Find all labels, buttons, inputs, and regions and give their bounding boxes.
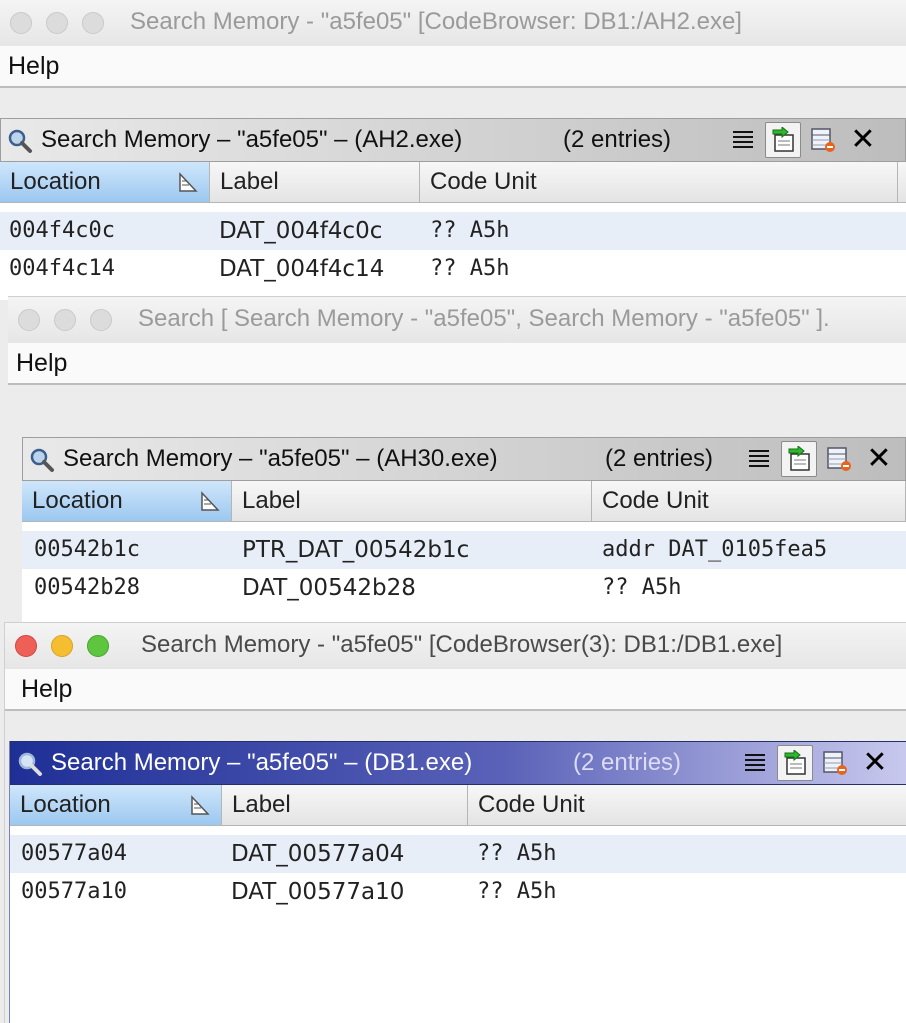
close-window-button[interactable] [10,12,32,34]
panel-title: Search Memory – "a5fe05" – (AH30.exe) [63,445,498,472]
table-row[interactable]: 00542b28 DAT_00542b28 ?? A5h [22,569,906,607]
table-row[interactable]: 004f4c0c DAT_004f4c0c ?? A5h [0,212,906,250]
cell-code-unit: ?? A5h [477,879,557,904]
column-header-code-unit[interactable]: Code Unit [592,481,906,521]
panel-header: Search Memory – "a5fe05" – (AH2.exe) (2 … [0,118,906,162]
column-header-location[interactable]: Location [22,481,232,521]
table-delete-icon[interactable] [817,745,853,781]
column-header-code-unit[interactable]: Code Unit [468,785,906,825]
minimize-window-button[interactable] [46,12,68,34]
table-row[interactable]: 00577a10 DAT_00577a10 ?? A5h [10,873,906,911]
panel-title: Search Memory – "a5fe05" – (DB1.exe) [51,749,473,776]
menu-bar: Help [8,343,906,385]
panel-header: Search Memory – "a5fe05" – (DB1.exe) (2 … [10,741,906,785]
cell-code-unit: ?? A5h [430,218,510,243]
cell-location: 004f4c0c [9,218,115,243]
cell-location: 00542b28 [34,575,140,600]
magnifier-icon [18,752,42,776]
minimize-window-button[interactable] [51,635,73,657]
zoom-window-button[interactable] [90,309,112,331]
menu-help[interactable]: Help [8,52,59,81]
table-delete-icon[interactable] [805,122,841,158]
window-title: Search [ Search Memory - "a5fe05", Searc… [138,305,830,332]
search-results-panel: Search Memory – "a5fe05" – (AH30.exe) (2… [22,437,906,627]
go-to-selection-icon[interactable] [777,745,813,781]
column-header-label[interactable]: Label [222,785,468,825]
cell-location: 00577a10 [21,879,127,904]
list-lines-icon[interactable] [741,441,777,477]
zoom-window-button[interactable] [82,12,104,34]
cell-location: 004f4c14 [9,256,115,281]
column-header-label[interactable]: Label [232,481,592,521]
panel-header: Search Memory – "a5fe05" – (AH30.exe) (2… [22,437,906,481]
window-controls [15,635,109,657]
sort-ascending-icon [201,491,220,511]
cell-code-unit: ?? A5h [602,575,682,600]
menu-bar: Help [5,669,906,711]
table-delete-icon[interactable] [821,441,857,477]
window-title: Search Memory - "a5fe05" [CodeBrowser: D… [130,8,742,35]
window-title: Search Memory - "a5fe05" [CodeBrowser(3)… [141,631,783,658]
cell-label: DAT_00577a10 [231,879,405,905]
entry-count: (2 entries) [605,445,714,472]
cell-code-unit: ?? A5h [430,256,510,281]
menu-bar: Help [0,46,906,88]
menu-help[interactable]: Help [21,675,72,704]
panel-toolbar: ✕ [741,441,897,477]
cell-code-unit: addr DAT_0105fea5 [602,537,828,562]
close-icon[interactable]: ✕ [861,441,897,477]
search-results-panel: Search Memory – "a5fe05" – (AH2.exe) (2 … [0,118,906,300]
close-icon[interactable]: ✕ [845,122,881,158]
title-bar[interactable]: Search [ Search Memory - "a5fe05", Searc… [8,297,906,344]
sort-ascending-icon [179,172,198,192]
zoom-window-button[interactable] [87,635,109,657]
column-header-label[interactable]: Label [210,162,420,202]
window-search-combined: Search [ Search Memory - "a5fe05", Searc… [8,296,906,627]
column-header-code-unit[interactable]: Code Unit [420,162,898,202]
window-ah2: Search Memory - "a5fe05" [CodeBrowser: D… [0,0,906,300]
cell-location: 00542b1c [34,537,140,562]
column-header-row: Location Label Code Unit [10,785,906,826]
column-header-row: Location Label Code Unit [0,162,906,203]
table-row[interactable]: 00542b1c PTR_DAT_00542b1c addr DAT_0105f… [22,531,906,569]
menu-help[interactable]: Help [16,349,67,378]
window-db1: Search Memory - "a5fe05" [CodeBrowser(3)… [4,622,906,1023]
column-header-location[interactable]: Location [10,785,222,825]
cell-label: PTR_DAT_00542b1c [242,537,470,563]
close-window-button[interactable] [18,309,40,331]
magnifier-icon [30,448,54,472]
go-to-selection-icon[interactable] [781,441,817,477]
cell-label: DAT_004f4c0c [219,218,383,244]
close-window-button[interactable] [15,635,37,657]
cell-location: 00577a04 [21,841,127,866]
column-header-row: Location Label Code Unit [22,481,906,522]
panel-toolbar: ✕ [737,745,893,781]
minimize-window-button[interactable] [54,309,76,331]
list-lines-icon[interactable] [725,122,761,158]
window-controls [10,12,104,34]
table-row[interactable]: 004f4c14 DAT_004f4c14 ?? A5h [0,250,906,288]
cell-label: DAT_00542b28 [242,575,416,601]
cell-label: DAT_004f4c14 [219,256,385,282]
search-results-panel: Search Memory – "a5fe05" – (DB1.exe) (2 … [9,741,906,1023]
window-controls [18,309,112,331]
title-bar[interactable]: Search Memory - "a5fe05" [CodeBrowser(3)… [5,623,906,670]
cell-code-unit: ?? A5h [477,841,557,866]
go-to-selection-icon[interactable] [765,122,801,158]
panel-toolbar: ✕ [725,122,881,158]
sort-ascending-icon [191,795,210,815]
entry-count: (2 entries) [573,749,682,776]
title-bar[interactable]: Search Memory - "a5fe05" [CodeBrowser: D… [0,0,906,47]
magnifier-icon [8,129,32,153]
panel-title: Search Memory – "a5fe05" – (AH2.exe) [41,126,463,153]
cell-label: DAT_00577a04 [231,841,405,867]
table-row[interactable]: 00577a04 DAT_00577a04 ?? A5h [10,835,906,873]
list-lines-icon[interactable] [737,745,773,781]
column-header-location[interactable]: Location [0,162,210,202]
close-icon[interactable]: ✕ [857,745,893,781]
entry-count: (2 entries) [563,126,672,153]
